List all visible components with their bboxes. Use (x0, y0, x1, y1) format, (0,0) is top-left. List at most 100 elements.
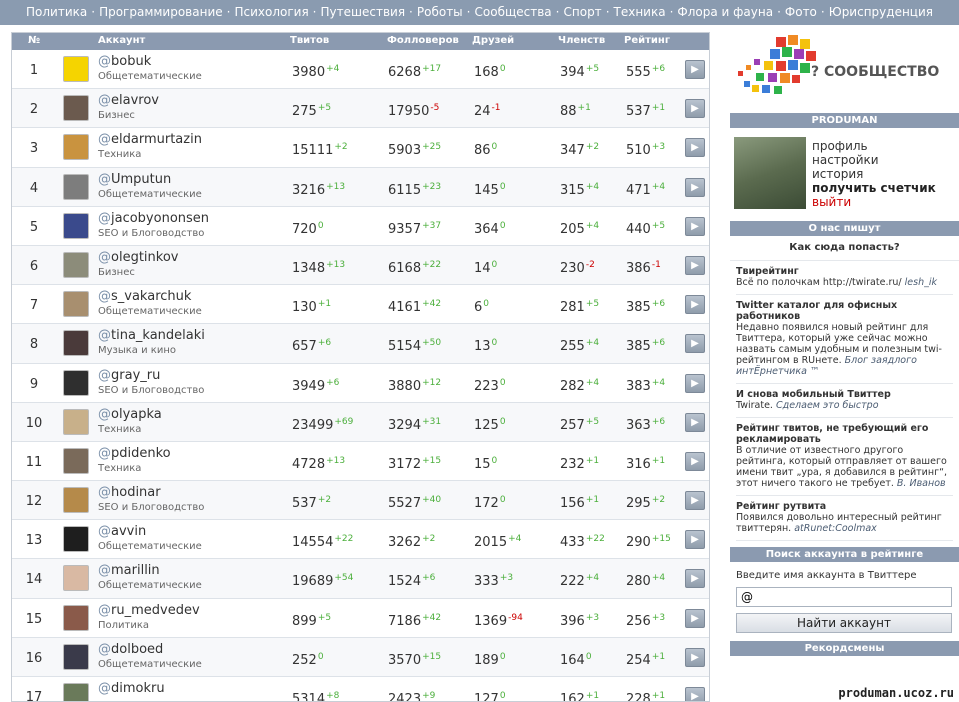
nav-item[interactable]: Политика (26, 5, 87, 19)
arrow-right-icon[interactable]: ▶ (685, 334, 705, 354)
account-name-link[interactable]: elavrov (111, 93, 159, 108)
account-name-link[interactable]: tina_kandelaki (111, 328, 205, 343)
avatar[interactable] (63, 565, 89, 592)
nav-item[interactable]: Флора и фауна (677, 5, 773, 19)
arrow-right-icon[interactable]: ▶ (685, 608, 705, 628)
account-category[interactable]: Политика (98, 620, 200, 631)
nav-item[interactable]: Фото (785, 5, 817, 19)
avatar[interactable] (63, 291, 89, 318)
avatar[interactable] (63, 56, 89, 82)
arrow-right-icon[interactable]: ▶ (685, 647, 705, 667)
press-title-link[interactable]: И снова мобильный Твиттер (736, 389, 953, 400)
account-category[interactable]: SEO и Блоговодство (98, 228, 209, 239)
account-cell: @Umputun Общетематические (98, 172, 202, 200)
arrow-right-icon[interactable]: ▶ (685, 177, 705, 197)
press-source-link[interactable]: В. Иванов (897, 478, 946, 489)
arrow-right-icon[interactable]: ▶ (685, 255, 705, 275)
account-category[interactable]: Техника (98, 149, 202, 160)
account-category[interactable]: Техника (98, 424, 162, 435)
search-input[interactable] (736, 587, 952, 607)
site-logo[interactable]: ? СООБЩЕСТВО (730, 25, 959, 113)
account-name-link[interactable]: gray_ru (111, 368, 160, 383)
press-title-link[interactable]: Рейтинг твитов, не требующий его реклами… (736, 423, 953, 445)
nav-item[interactable]: Техника (614, 5, 666, 19)
avatar[interactable] (63, 526, 89, 553)
avatar[interactable] (63, 643, 89, 670)
arrow-right-icon[interactable]: ▶ (685, 373, 705, 393)
account-name-link[interactable]: jacobyononsen (111, 211, 209, 226)
arrow-right-icon[interactable]: ▶ (685, 138, 705, 158)
account-name-link[interactable]: Umputun (111, 172, 171, 187)
press-source-link[interactable]: atRunet:Coolmax (794, 523, 877, 534)
nav-item[interactable]: Роботы (417, 5, 463, 19)
account-category[interactable]: Общетематические (98, 189, 202, 200)
user-avatar[interactable] (734, 137, 806, 209)
account-category[interactable]: Бизнес (98, 110, 159, 121)
settings-link[interactable]: настройки (812, 153, 936, 167)
account-name-link[interactable]: olegtinkov (111, 250, 178, 265)
arrow-right-icon[interactable]: ▶ (685, 451, 705, 471)
account-category[interactable]: Музыка и кино (98, 345, 205, 356)
account-category[interactable]: SEO и Блоговодство (98, 502, 204, 513)
avatar[interactable] (63, 134, 89, 161)
arrow-right-icon[interactable]: ▶ (685, 216, 705, 236)
press-title-link[interactable]: Рейтинг рутвита (736, 501, 953, 512)
account-name-link[interactable]: bobuk (111, 54, 151, 69)
avatar[interactable] (63, 330, 89, 357)
avatar[interactable] (63, 683, 89, 701)
account-name-link[interactable]: avvin (111, 524, 146, 539)
avatar[interactable] (63, 251, 89, 278)
account-category[interactable]: Общетематические (98, 580, 202, 591)
account-category[interactable]: Бизнес (98, 267, 178, 278)
avatar[interactable] (63, 369, 89, 396)
press-title-link[interactable]: Твирейтинг (736, 266, 953, 277)
avatar[interactable] (63, 212, 89, 239)
account-name-link[interactable]: marillin (111, 563, 160, 578)
account-category[interactable]: Общетематические (98, 659, 202, 670)
arrow-right-icon[interactable]: ▶ (685, 687, 705, 701)
friends-cell-delta: 0 (499, 377, 506, 388)
how-to-join-link[interactable]: Как сюда попасть? (730, 236, 959, 261)
history-link[interactable]: история (812, 167, 936, 181)
account-name-link[interactable]: ru_medvedev (111, 603, 200, 618)
press-title-link[interactable]: Twitter каталог для офисных работников (736, 300, 953, 322)
avatar[interactable] (63, 408, 89, 435)
get-counter-link[interactable]: получить счетчик (812, 181, 936, 195)
avatar[interactable] (63, 173, 89, 200)
nav-item[interactable]: Путешествия (321, 5, 406, 19)
account-name-link[interactable]: olyapka (111, 407, 162, 422)
account-category[interactable]: SEO и Блоговодство (98, 385, 204, 396)
press-item: Рейтинг рутвита Появился довольно интере… (736, 496, 953, 541)
account-category[interactable]: Общетематические (98, 306, 202, 317)
arrow-right-icon[interactable]: ▶ (685, 530, 705, 550)
account-name-link[interactable]: pdidenko (111, 446, 171, 461)
account-name-link[interactable]: hodinar (111, 485, 161, 500)
find-account-button[interactable]: Найти аккаунт (736, 613, 952, 633)
avatar[interactable] (63, 487, 89, 514)
nav-item[interactable]: Психология (234, 5, 308, 19)
arrow-right-icon[interactable]: ▶ (685, 491, 705, 511)
account-category[interactable]: Общетематические (98, 541, 202, 552)
nav-item[interactable]: Программирование (99, 5, 223, 19)
account-name-link[interactable]: s_vakarchuk (111, 289, 191, 304)
account-category[interactable]: Общетематические (98, 71, 202, 82)
arrow-right-icon[interactable]: ▶ (685, 295, 705, 315)
arrow-right-icon[interactable]: ▶ (685, 569, 705, 589)
nav-item[interactable]: Юриспруденция (829, 5, 933, 19)
avatar[interactable] (63, 604, 89, 631)
avatar[interactable] (63, 95, 89, 122)
nav-item[interactable]: Спорт (564, 5, 602, 19)
profile-link[interactable]: профиль (812, 139, 936, 153)
account-name-link[interactable]: dolboed (111, 642, 163, 657)
press-source-link[interactable]: Сделаем это быстро (776, 400, 879, 411)
nav-item[interactable]: Сообщества (475, 5, 552, 19)
press-source-link[interactable]: lesh_ik (905, 277, 937, 288)
account-name-link[interactable]: dimokru (111, 681, 165, 696)
arrow-right-icon[interactable]: ▶ (685, 60, 705, 79)
arrow-right-icon[interactable]: ▶ (685, 412, 705, 432)
logout-link[interactable]: выйти (812, 195, 936, 209)
account-name-link[interactable]: eldarmurtazin (111, 132, 202, 147)
avatar[interactable] (63, 447, 89, 474)
arrow-right-icon[interactable]: ▶ (685, 99, 705, 119)
account-category[interactable]: Техника (98, 463, 171, 474)
